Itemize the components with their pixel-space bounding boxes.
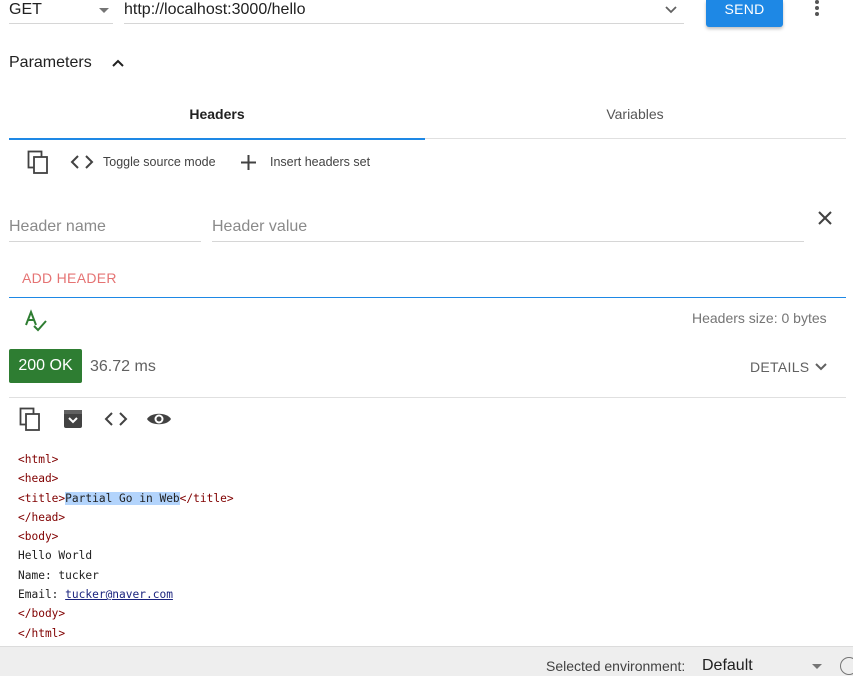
chevron-down-icon[interactable]	[814, 361, 828, 373]
active-tab-indicator	[9, 138, 425, 140]
header-name-placeholder: Header name	[9, 218, 106, 235]
code-icon[interactable]	[70, 154, 94, 170]
header-value-field[interactable]: Header value	[212, 210, 804, 242]
code-line: <body>	[18, 530, 59, 544]
tab-headers[interactable]: Headers	[9, 104, 425, 140]
copy-icon[interactable]	[19, 407, 43, 433]
header-value-placeholder: Header value	[212, 218, 308, 235]
environment-select[interactable]: Default	[702, 657, 753, 675]
eye-icon[interactable]	[146, 410, 172, 428]
add-header-button[interactable]: ADD HEADER	[22, 270, 117, 286]
headers-size-text: Headers size: 0 bytes	[692, 310, 827, 326]
send-button[interactable]: SEND	[706, 0, 783, 27]
method-select[interactable]: GET	[9, 0, 113, 24]
status-badge: 200 OK	[9, 349, 82, 383]
dropdown-arrow-icon[interactable]	[812, 664, 822, 669]
response-divider	[9, 397, 846, 398]
dropdown-arrow-icon	[99, 8, 109, 13]
code-line: <title>	[18, 491, 66, 505]
info-icon[interactable]	[840, 657, 853, 675]
code-line: </html>	[18, 626, 66, 640]
parameters-title: Parameters	[9, 54, 92, 71]
response-body: <html> <head> <title>Partial Go in Web</…	[18, 450, 234, 643]
code-line: Hello World	[18, 549, 93, 563]
spellcheck-icon[interactable]	[24, 309, 48, 333]
copy-icon[interactable]	[27, 150, 51, 176]
code-icon[interactable]	[104, 411, 128, 427]
chevron-up-icon[interactable]	[110, 56, 126, 70]
chevron-down-icon[interactable]	[664, 3, 678, 17]
code-line: </body>	[18, 607, 66, 621]
code-line: </title>	[179, 491, 234, 505]
code-line: Name: tucker	[18, 568, 99, 582]
email-link[interactable]: tucker@naver.com	[65, 588, 173, 601]
code-line: <html>	[18, 453, 59, 466]
response-time: 36.72 ms	[90, 358, 156, 375]
close-icon[interactable]	[817, 210, 833, 226]
code-line: Email:	[18, 588, 66, 602]
code-line: <head>	[18, 472, 59, 486]
toggle-source-mode-button[interactable]: Toggle source mode	[103, 155, 216, 169]
url-input[interactable]: http://localhost:3000/hello	[124, 0, 684, 24]
tab-variables[interactable]: Variables	[425, 104, 845, 140]
more-vert-icon[interactable]	[807, 0, 827, 20]
insert-headers-set-button[interactable]: Insert headers set	[270, 155, 370, 169]
save-icon[interactable]	[63, 409, 83, 429]
method-value: GET	[9, 1, 42, 18]
details-button[interactable]: DETAILS	[750, 359, 809, 375]
header-name-field[interactable]: Header name	[9, 210, 201, 242]
plus-icon[interactable]	[240, 154, 257, 171]
selected-text: Partial Go in Web	[65, 491, 180, 505]
code-line: </head>	[18, 510, 66, 524]
url-value: http://localhost:3000/hello	[124, 1, 306, 18]
add-header-divider	[9, 297, 846, 298]
environment-label: Selected environment:	[546, 658, 686, 674]
